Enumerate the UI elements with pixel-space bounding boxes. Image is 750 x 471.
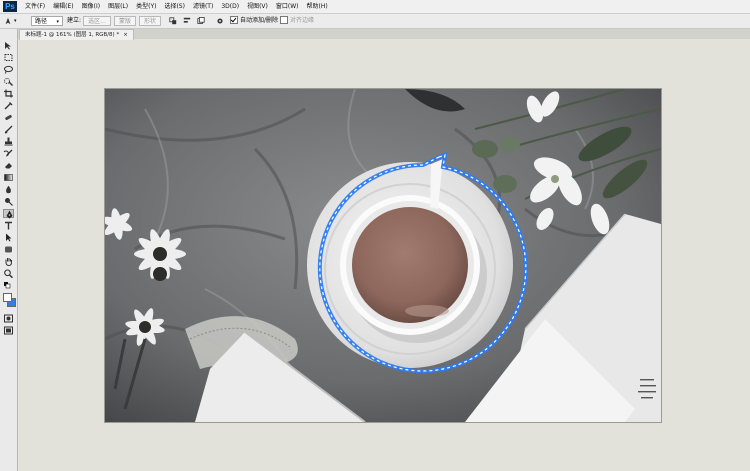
menu-3d[interactable]: 3D(D) xyxy=(218,0,242,13)
align-edges-checkbox[interactable] xyxy=(280,15,288,24)
path-select-tool-icon[interactable] xyxy=(3,233,14,242)
pen-tool-preset-icon[interactable] xyxy=(4,17,12,25)
main-menu: 文件(F) 编辑(E) 图像(I) 图层(L) 类型(Y) 选择(S) 滤镜(T… xyxy=(22,0,333,13)
healing-brush-tool-icon[interactable] xyxy=(3,113,14,122)
hand-tool-icon[interactable] xyxy=(3,257,14,266)
document-canvas[interactable] xyxy=(105,89,661,422)
menu-filter[interactable]: 滤镜(T) xyxy=(190,0,216,13)
lasso-tool-icon[interactable] xyxy=(3,65,14,74)
color-swatches[interactable] xyxy=(3,293,17,309)
foreground-color-swatch[interactable] xyxy=(3,293,12,302)
pen-tool-icon[interactable] xyxy=(3,209,14,219)
screen-mode-icon[interactable] xyxy=(3,326,14,335)
crop-tool-icon[interactable] xyxy=(3,89,14,98)
menu-help[interactable]: 帮助(H) xyxy=(304,0,331,13)
type-tool-icon[interactable] xyxy=(3,221,14,230)
zoom-tool-icon[interactable] xyxy=(3,269,14,278)
auto-add-delete-option[interactable]: 自动添加/删除 xyxy=(230,15,278,26)
photoshop-logo: Ps xyxy=(3,1,17,12)
canvas-photo xyxy=(105,89,661,422)
clone-stamp-tool-icon[interactable] xyxy=(3,137,14,146)
make-mask-button[interactable]: 蒙版 xyxy=(114,16,136,26)
gradient-tool-icon[interactable] xyxy=(3,173,14,182)
quick-select-tool-icon[interactable] xyxy=(3,77,14,86)
menu-window[interactable]: 窗口(W) xyxy=(273,0,302,13)
settings-gear-icon[interactable] xyxy=(216,17,224,25)
path-alignment-icon[interactable] xyxy=(183,17,191,25)
dodge-tool-icon[interactable] xyxy=(3,197,14,206)
marquee-tool-icon[interactable] xyxy=(3,53,14,62)
menu-type[interactable]: 类型(Y) xyxy=(133,0,159,13)
menu-layer[interactable]: 图层(L) xyxy=(105,0,131,13)
move-tool-icon[interactable] xyxy=(3,41,14,50)
menu-edit[interactable]: 编辑(E) xyxy=(50,0,76,13)
eraser-tool-icon[interactable] xyxy=(3,161,14,170)
create-label: 建立: xyxy=(67,17,82,24)
blur-tool-icon[interactable] xyxy=(3,185,14,194)
menu-bar: Ps 文件(F) 编辑(E) 图像(I) 图层(L) 类型(Y) 选择(S) 滤… xyxy=(0,0,750,14)
document-tab-bar: 未标题-1 @ 161% (图层 1, RGB/8) * × xyxy=(18,29,750,40)
tool-mode-select[interactable]: 路径 ▾ xyxy=(31,16,63,26)
preset-dropdown-arrow-icon[interactable]: ▾ xyxy=(14,16,17,26)
default-colors-icon[interactable] xyxy=(3,281,14,290)
eyedropper-tool-icon[interactable] xyxy=(3,101,14,110)
menu-image[interactable]: 图像(I) xyxy=(79,0,103,13)
make-shape-button[interactable]: 形状 xyxy=(139,16,161,26)
path-arrangement-icon[interactable] xyxy=(197,17,205,25)
path-operations-icon[interactable] xyxy=(169,17,177,25)
history-brush-tool-icon[interactable] xyxy=(3,149,14,158)
options-bar: ▾ 路径 ▾ 建立: 选区... 蒙版 形状 自动添加/删除 对齐边缘 xyxy=(0,14,750,29)
quick-mask-icon[interactable] xyxy=(3,314,14,323)
align-edges-option[interactable]: 对齐边缘 xyxy=(280,15,314,26)
menu-view[interactable]: 视图(V) xyxy=(244,0,271,13)
close-tab-icon[interactable]: × xyxy=(123,32,128,38)
make-selection-button[interactable]: 选区... xyxy=(83,16,111,26)
document-title: 未标题-1 @ 161% (图层 1, RGB/8) * xyxy=(25,32,120,38)
auto-add-delete-checkbox[interactable] xyxy=(230,15,238,24)
menu-file[interactable]: 文件(F) xyxy=(22,0,48,13)
brush-tool-icon[interactable] xyxy=(3,125,14,134)
document-tab[interactable]: 未标题-1 @ 161% (图层 1, RGB/8) * × xyxy=(19,29,134,40)
menu-select[interactable]: 选择(S) xyxy=(161,0,188,13)
shape-tool-icon[interactable] xyxy=(3,245,14,254)
tools-panel xyxy=(0,29,18,471)
